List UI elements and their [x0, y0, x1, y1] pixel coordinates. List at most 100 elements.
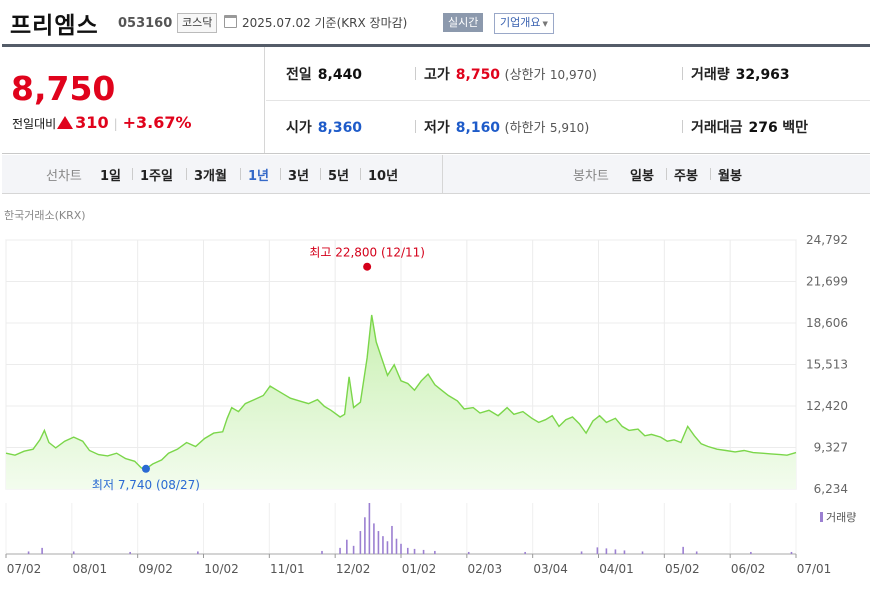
volume-bar	[129, 551, 131, 554]
volume-bar	[467, 551, 470, 554]
price-chart[interactable]: 24,792 21,699 18,606 15,513 12,420 9,327 6,234…	[0, 228, 870, 598]
volume-bar	[524, 551, 526, 554]
y-tick-label: 12,420	[806, 399, 848, 413]
y-tick-label: 6,234	[814, 482, 848, 496]
tab-1w[interactable]: 1주일	[140, 165, 173, 184]
volume-label: 거래량	[691, 67, 730, 83]
volume-bar	[368, 503, 371, 554]
x-tick-label: 06/02	[731, 562, 766, 576]
y-tick-label: 24,792	[806, 233, 848, 247]
volume-bar	[695, 551, 698, 554]
x-tick-label: 03/04	[533, 562, 568, 576]
divider	[415, 120, 416, 133]
volume-bar	[623, 550, 626, 554]
y-tick-label: 9,327	[814, 441, 848, 455]
market-badge: 코스닥	[177, 13, 218, 33]
amount-value: 276	[748, 120, 778, 136]
x-axis: 07/02 08/01 09/02 10/02 11/01 12/02 01/02 02/03…	[5, 554, 831, 576]
x-tick-label: 11/01	[270, 562, 305, 576]
x-tick-label: 12/02	[336, 562, 371, 576]
volume-bar	[682, 546, 684, 554]
tab-bar-divider	[442, 155, 443, 194]
low-value: 8,160	[455, 120, 501, 136]
volume-bar	[346, 539, 348, 554]
amount-label: 거래대금	[691, 120, 743, 136]
tab-monthly-candle[interactable]: 월봉	[718, 165, 742, 184]
stock-header: 프리엠스 053160 코스닥 2025.07.02 기준(KRX 장마감) 실…	[0, 0, 870, 44]
tab-divider	[186, 168, 187, 180]
calendar-icon	[224, 15, 237, 28]
row-divider	[266, 100, 870, 101]
volume-legend-swatch	[820, 512, 823, 522]
tab-divider	[710, 168, 711, 180]
volume-bar	[72, 551, 75, 554]
volume-bar	[614, 549, 617, 554]
tab-5y[interactable]: 5년	[328, 165, 349, 184]
lower-limit-close: )	[584, 121, 590, 136]
x-tick-label: 04/01	[599, 562, 634, 576]
lower-limit-label: (하한가	[504, 121, 546, 136]
tab-3y[interactable]: 3년	[288, 165, 309, 184]
y-axis: 24,792 21,699 18,606 15,513 12,420 9,327 6,234	[806, 233, 848, 496]
volume-bar	[197, 551, 199, 554]
volume-bar	[391, 525, 393, 554]
line-chart-label: 선차트	[46, 169, 82, 184]
volume-bar	[382, 536, 384, 554]
high-marker	[363, 262, 372, 271]
tab-daily-candle[interactable]: 일봉	[630, 165, 654, 184]
low-marker	[141, 464, 150, 473]
data-source: 한국거래소(KRX)	[4, 209, 86, 222]
volume-bar	[750, 551, 752, 554]
divider	[682, 120, 683, 133]
divider	[415, 67, 416, 80]
stock-name: 프리엠스	[10, 13, 99, 39]
change-percent: +3.67%	[122, 113, 192, 132]
volume-bar	[434, 550, 436, 554]
y-tick-label: 21,699	[806, 275, 848, 289]
x-tick-label: 10/02	[204, 562, 239, 576]
upper-limit-close: )	[591, 68, 597, 83]
chart-tab-bar: 선차트 1일 1주일 3개월 1년 3년 5년 10년 봉차트 일봉 주봉 월봉	[2, 155, 870, 194]
volume-bar	[386, 541, 389, 554]
volume-bar	[605, 548, 608, 554]
realtime-button[interactable]: 실시간	[443, 13, 484, 32]
open-price: 시가 8,360	[286, 117, 362, 137]
price-summary: 8,750 전일대비 310 | +3.67% 전일 8,440 고가 8,750 (상한…	[2, 47, 870, 154]
volume-bar	[364, 517, 366, 554]
company-overview-button[interactable]: 기업개요 ▼	[494, 13, 554, 34]
tab-10y[interactable]: 10년	[368, 165, 398, 184]
volume-bar	[41, 547, 43, 554]
current-price: 8,750	[11, 69, 116, 108]
volume-bar	[27, 551, 30, 554]
volume-bar	[580, 551, 583, 554]
change-separator: |	[113, 117, 118, 131]
open-value: 8,360	[317, 120, 363, 136]
volume-bar	[395, 538, 398, 554]
tab-1d[interactable]: 1일	[100, 165, 121, 184]
lower-limit-value: 5,910	[549, 121, 585, 135]
high-value: 8,750	[455, 67, 501, 83]
tab-divider	[666, 168, 667, 180]
company-overview-label: 기업개요	[500, 16, 541, 29]
volume-bars: 거래량	[6, 503, 856, 555]
y-tick-label: 15,513	[806, 358, 848, 372]
chevron-down-icon: ▼	[542, 20, 548, 28]
current-price-panel: 8,750 전일대비 310 | +3.67%	[2, 47, 265, 153]
upper-limit-label: (상한가	[504, 68, 546, 83]
volume-bar	[373, 523, 375, 554]
x-tick-label: 08/01	[73, 562, 108, 576]
prev-close-label: 전일	[286, 67, 312, 83]
y-tick-label: 18,606	[806, 316, 848, 330]
prev-close: 전일 8,440	[286, 64, 362, 84]
volume-bar	[406, 547, 409, 554]
open-label: 시가	[286, 120, 312, 136]
volume-value: 32,963	[735, 67, 790, 83]
volume-bar	[339, 547, 341, 554]
volume-legend-label: 거래량	[826, 511, 856, 524]
low-label: 저가	[424, 120, 450, 136]
tab-3m[interactable]: 3개월	[194, 165, 227, 184]
tab-weekly-candle[interactable]: 주봉	[674, 165, 698, 184]
tab-divider	[240, 168, 241, 180]
high-label: 최고 22,800 (12/11)	[309, 246, 425, 260]
tab-1y[interactable]: 1년	[248, 165, 269, 184]
